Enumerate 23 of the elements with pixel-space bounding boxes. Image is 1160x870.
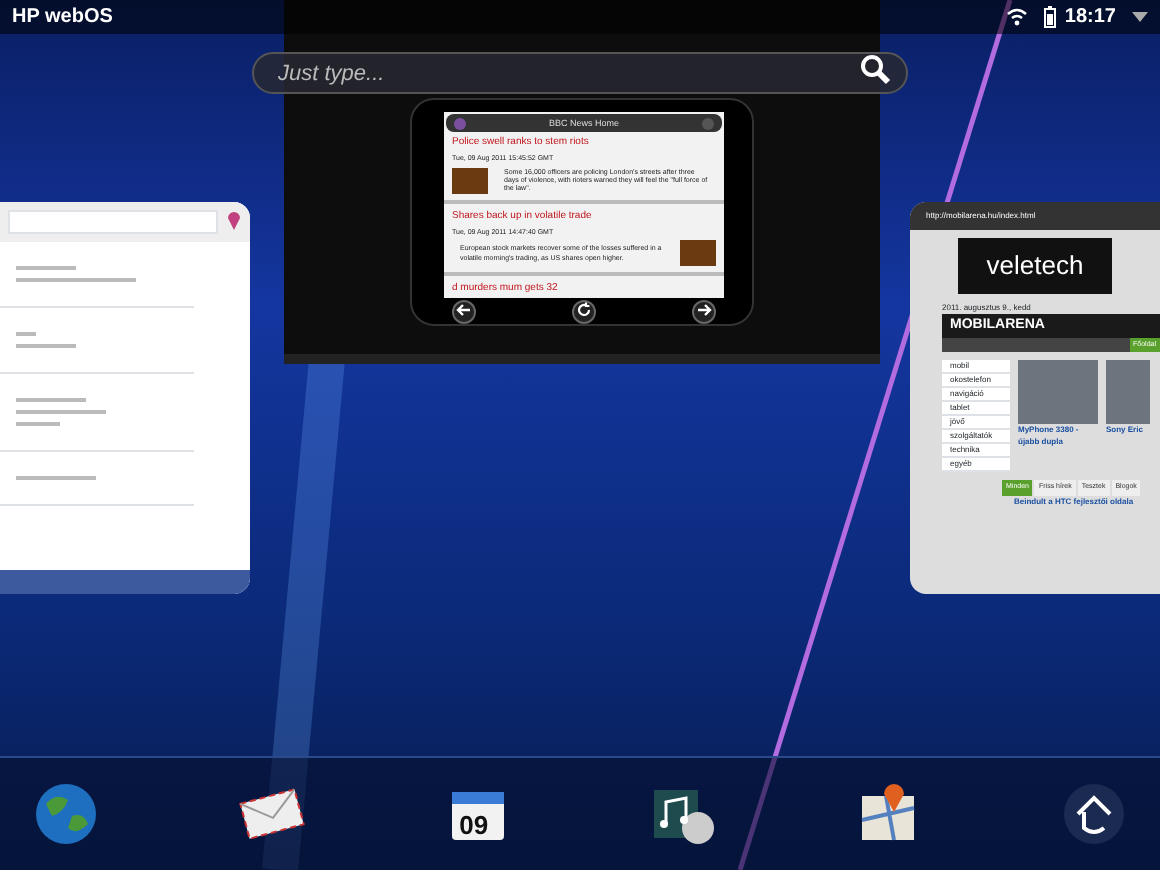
wifi-icon[interactable] — [1006, 8, 1029, 26]
app-card[interactable] — [0, 202, 250, 594]
photo-placeholder — [452, 167, 488, 194]
search-field[interactable]: Just type... — [252, 52, 908, 94]
photo-placeholder — [1106, 360, 1150, 425]
browser-card[interactable] — [910, 202, 1160, 594]
input-field[interactable] — [8, 210, 218, 234]
calendar-date: 09 — [459, 808, 489, 844]
forward-button[interactable] — [692, 300, 716, 324]
photo-placeholder — [680, 240, 716, 267]
caret-icon[interactable] — [1132, 12, 1148, 22]
reload-button[interactable] — [572, 300, 596, 324]
pin-icon[interactable] — [226, 212, 242, 232]
battery-icon[interactable] — [1044, 6, 1057, 28]
photo-placeholder — [1018, 360, 1098, 425]
globe-icon[interactable] — [32, 780, 100, 848]
back-button[interactable] — [452, 300, 476, 324]
banner-text: veletech — [986, 250, 1084, 280]
device-title: HP webOS — [12, 4, 113, 32]
clock-time: 18:17 — [1064, 4, 1116, 32]
banner-ad[interactable]: veletech — [958, 238, 1112, 294]
search-icon[interactable] — [860, 54, 892, 86]
launcher-icon[interactable] — [1059, 780, 1128, 848]
